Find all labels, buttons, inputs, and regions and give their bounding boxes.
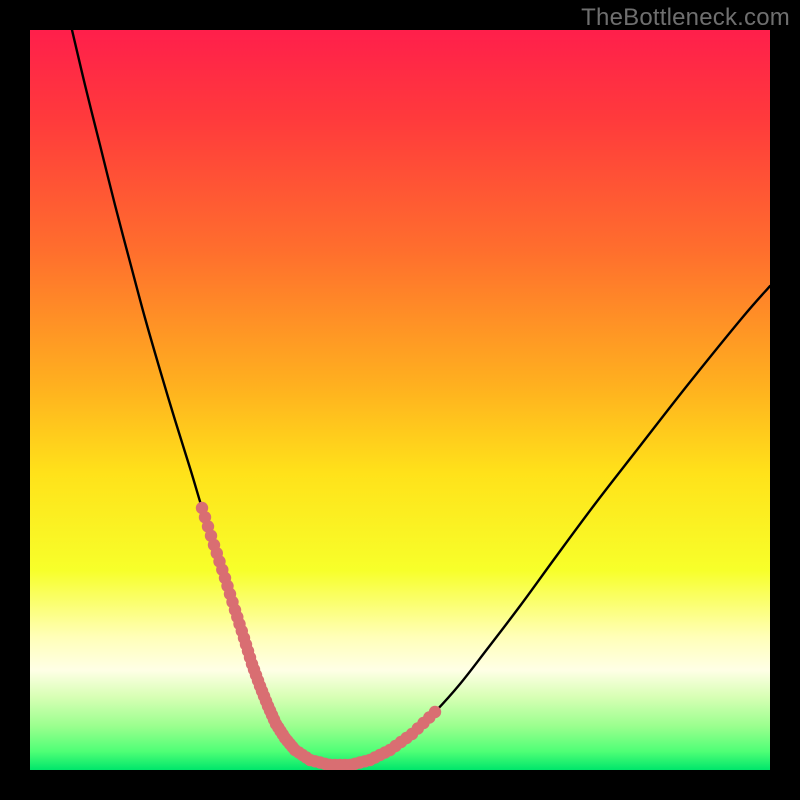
bottleneck-chart <box>30 30 770 770</box>
gradient-background <box>30 30 770 770</box>
highlight-dot <box>429 706 441 718</box>
plot-area <box>30 30 770 770</box>
chart-frame: TheBottleneck.com <box>0 0 800 800</box>
watermark-text: TheBottleneck.com <box>581 4 790 32</box>
